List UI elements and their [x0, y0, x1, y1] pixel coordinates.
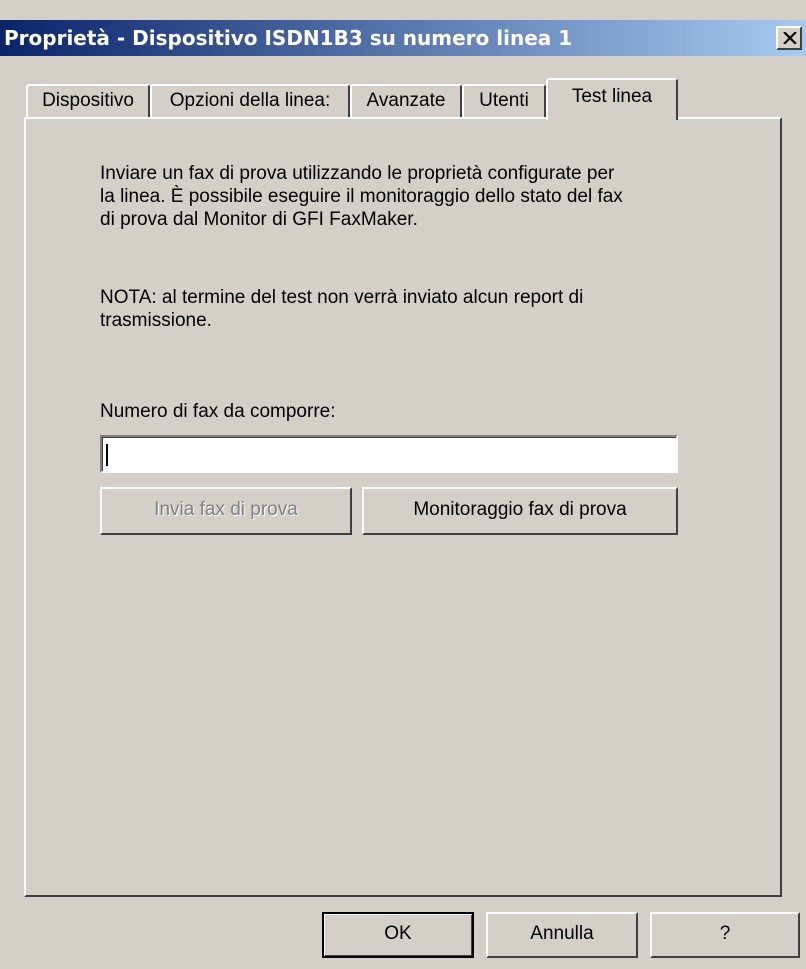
tab-label: Utenti	[479, 90, 529, 111]
fax-number-label: Numero di fax da comporre:	[100, 401, 336, 422]
note-line: trasmissione.	[100, 310, 212, 331]
intro-text: Inviare un fax di prova utilizzando le p…	[100, 162, 720, 231]
tab-panel-test-linea: Inviare un fax di prova utilizzando le p…	[24, 117, 782, 897]
intro-line: la linea. È possibile eseguire il monito…	[100, 186, 623, 207]
note-text: NOTA: al termine del test non verrà invi…	[100, 286, 720, 332]
monitor-test-fax-button[interactable]: Monitoraggio fax di prova	[362, 487, 678, 535]
text-caret	[106, 444, 108, 466]
tab-label: Avanzate	[366, 90, 446, 111]
tab-dispositivo[interactable]: Dispositivo	[26, 84, 150, 118]
dialog-title: Proprietà - Dispositivo ISDN1B3 su numer…	[4, 26, 573, 50]
close-button[interactable]	[776, 26, 802, 50]
tab-utenti[interactable]: Utenti	[462, 84, 546, 118]
note-line: NOTA: al termine del test non verrà invi…	[100, 287, 584, 308]
tab-label: Opzioni della linea:	[169, 90, 331, 111]
tab-avanzate[interactable]: Avanzate	[350, 84, 462, 118]
ok-button[interactable]: OK	[322, 912, 474, 958]
intro-line: di prova dal Monitor di GFI FaxMaker.	[100, 209, 418, 230]
close-icon	[783, 32, 797, 44]
title-bar[interactable]: Proprietà - Dispositivo ISDN1B3 su numer…	[0, 20, 806, 56]
tab-label: Test linea	[571, 86, 653, 107]
intro-line: Inviare un fax di prova utilizzando le p…	[100, 163, 615, 184]
tab-opzioni-linea[interactable]: Opzioni della linea:	[150, 84, 350, 118]
fax-number-input[interactable]	[100, 435, 678, 473]
properties-dialog: Proprietà - Dispositivo ISDN1B3 su numer…	[0, 0, 806, 969]
tab-label: Dispositivo	[42, 90, 134, 111]
cancel-button[interactable]: Annulla	[486, 912, 638, 958]
send-test-fax-button[interactable]: Invia fax di prova	[100, 487, 352, 535]
tab-test-linea[interactable]: Test linea	[546, 78, 678, 120]
help-button[interactable]: ?	[650, 912, 800, 958]
